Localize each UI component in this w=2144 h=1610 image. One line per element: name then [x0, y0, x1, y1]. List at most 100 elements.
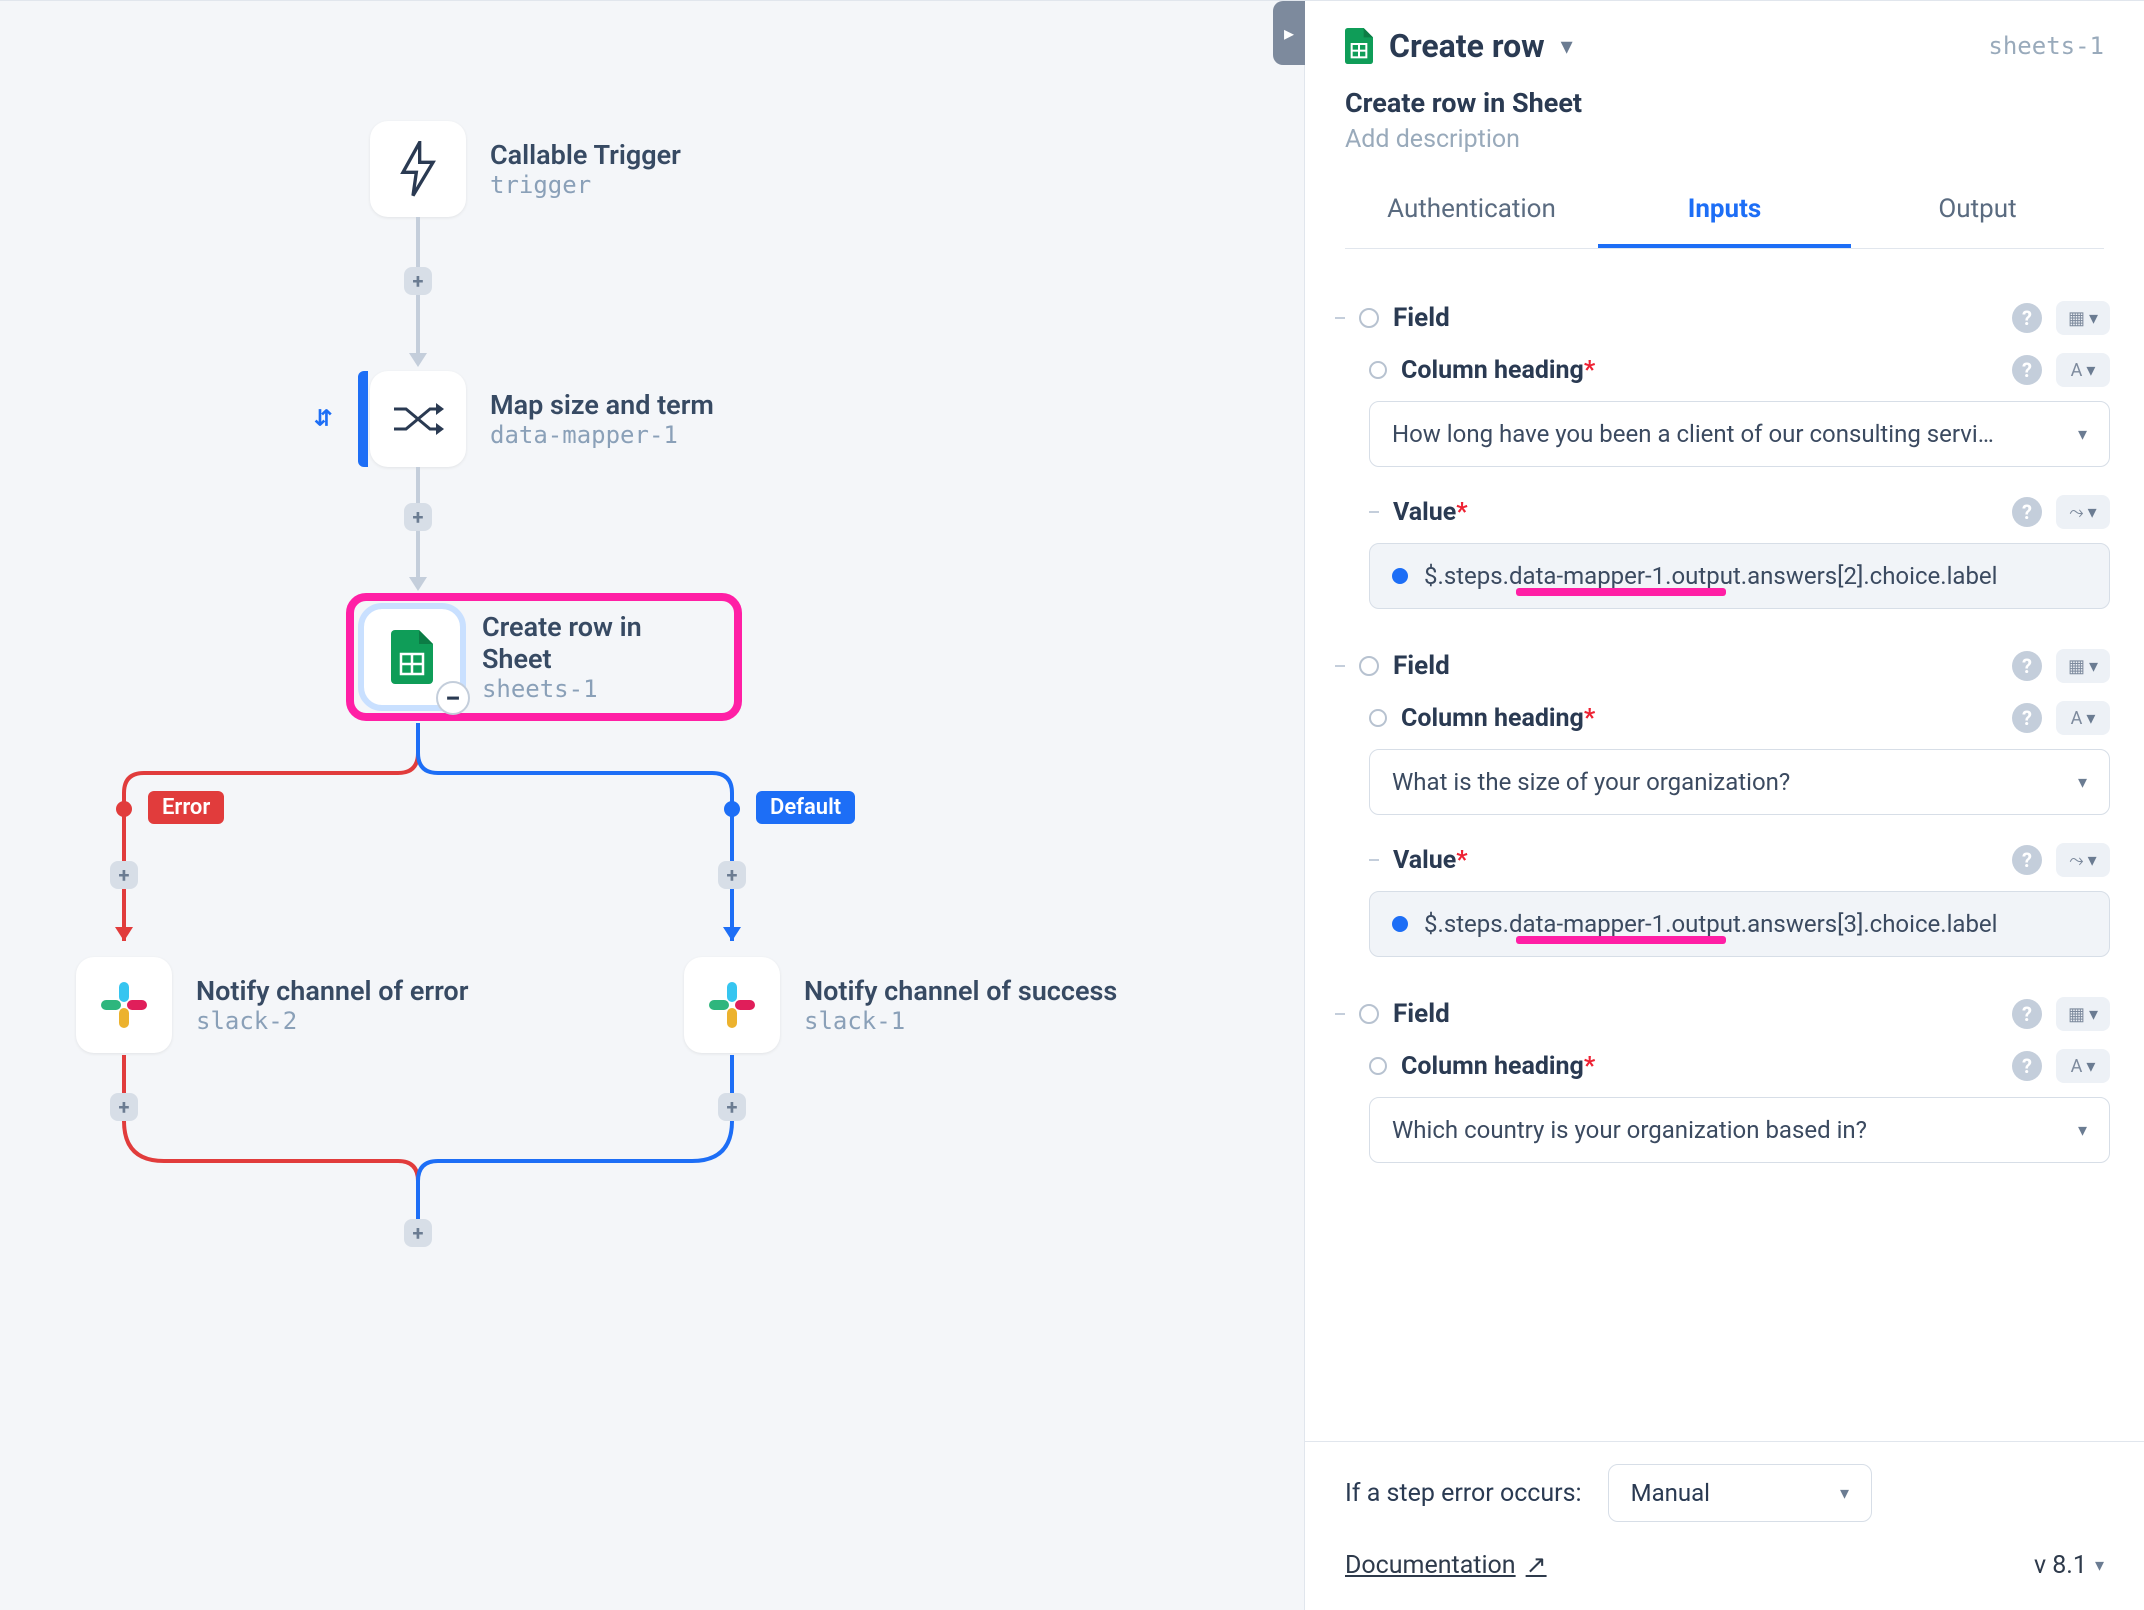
mode-toggle[interactable]: ▦ — [2056, 301, 2110, 335]
node-data-mapper[interactable]: ⇵ Map size and term data-mapper-1 — [370, 371, 714, 467]
column-heading-select[interactable]: How long have you been a client of our c… — [1369, 401, 2110, 467]
help-icon[interactable]: ? — [2012, 355, 2042, 385]
panel-node-id: sheets-1 — [1988, 32, 2104, 60]
field-group: Field ? ▦ — [1335, 649, 2110, 683]
field-group: Field ? ▦ — [1335, 997, 2110, 1031]
error-handling-select[interactable]: Manual — [1608, 1464, 1872, 1522]
node-data-mapper-box[interactable]: ⇵ — [370, 371, 466, 467]
sheets-icon — [391, 630, 433, 684]
slack-icon — [99, 980, 149, 1030]
panel-title[interactable]: Create row — [1389, 27, 1545, 65]
column-heading-label: Column heading* — [1401, 704, 1998, 733]
branch-badge-default: Default — [756, 791, 855, 824]
panel-subtitle: Create row in Sheet — [1345, 87, 2104, 119]
node-trigger[interactable]: Callable Trigger trigger — [370, 121, 681, 217]
chevron-down-icon — [1840, 1483, 1849, 1504]
node-sheets-box[interactable]: − — [364, 609, 460, 705]
panel-body[interactable]: Field ? ▦ Column heading* ? A How long h… — [1305, 259, 2144, 1441]
node-sheets-selected[interactable]: − Create row in Sheet sheets-1 — [346, 593, 742, 721]
slack-icon — [707, 980, 757, 1030]
version-selector[interactable]: v 8.1 — [2034, 1551, 2104, 1580]
highlight-marker — [1516, 936, 1726, 944]
expression-dot-icon — [1392, 568, 1408, 584]
field-group-label: Field — [1393, 651, 1998, 681]
value-expression-input[interactable]: $.steps.data-mapper-1.output.answers[3].… — [1369, 891, 2110, 957]
branch-dot-error — [116, 801, 132, 817]
mode-toggle[interactable]: ▦ — [2056, 649, 2110, 683]
value-label: Value* — [1393, 846, 1998, 875]
add-step-button[interactable]: + — [718, 861, 746, 889]
radio-icon[interactable] — [1359, 656, 1379, 676]
tree-connector-icon — [1335, 317, 1345, 319]
radio-icon[interactable] — [1359, 1004, 1379, 1024]
panel-description-input[interactable]: Add description — [1345, 125, 2104, 154]
node-trigger-box[interactable] — [370, 121, 466, 217]
chevron-down-icon — [2078, 424, 2087, 445]
chevron-down-icon[interactable] — [1561, 32, 1573, 60]
column-heading-select[interactable]: Which country is your organization based… — [1369, 1097, 2110, 1163]
select-value: What is the size of your organization? — [1392, 768, 1790, 796]
field-group-label: Field — [1393, 999, 1998, 1029]
tree-connector-icon — [1335, 1013, 1345, 1015]
branch-badge-error: Error — [148, 791, 224, 824]
add-step-button[interactable]: + — [110, 861, 138, 889]
mapper-accent — [358, 371, 368, 467]
mode-toggle[interactable]: ▦ — [2056, 997, 2110, 1031]
help-icon[interactable]: ? — [2012, 497, 2042, 527]
workflow-canvas[interactable]: Callable Trigger trigger + ⇵ — [0, 1, 1304, 1610]
node-slack-success-label: Notify channel of success slack-1 — [804, 975, 1117, 1035]
column-heading-label: Column heading* — [1401, 356, 1998, 385]
branch-dot-default — [724, 801, 740, 817]
collapse-panel-button[interactable] — [1273, 1, 1305, 65]
radio-icon[interactable] — [1359, 308, 1379, 328]
node-slack-error[interactable]: Notify channel of error slack-2 — [76, 957, 468, 1053]
mode-toggle[interactable]: ⤳ — [2056, 843, 2110, 877]
select-value: Which country is your organization based… — [1392, 1116, 1867, 1144]
help-icon[interactable]: ? — [2012, 703, 2042, 733]
node-slack-success-box[interactable] — [684, 957, 780, 1053]
add-step-button[interactable]: + — [404, 503, 432, 531]
collapse-node-button[interactable]: − — [436, 681, 470, 715]
node-slack-error-box[interactable] — [76, 957, 172, 1053]
mode-toggle[interactable]: ⤳ — [2056, 495, 2110, 529]
tab-output[interactable]: Output — [1851, 174, 2104, 248]
select-value: Manual — [1631, 1479, 1710, 1507]
column-heading-select[interactable]: What is the size of your organization? — [1369, 749, 2110, 815]
mode-toggle[interactable]: A — [2056, 701, 2110, 735]
side-panel: Create row sheets-1 Create row in Sheet … — [1304, 1, 2144, 1610]
chevron-down-icon — [2095, 1555, 2104, 1576]
documentation-link[interactable]: Documentation ↗ — [1345, 1550, 1547, 1580]
add-step-button[interactable]: + — [404, 267, 432, 295]
radio-icon[interactable] — [1369, 1057, 1387, 1075]
help-icon[interactable]: ? — [2012, 1051, 2042, 1081]
field-group-label: Field — [1393, 303, 1998, 333]
tab-inputs[interactable]: Inputs — [1598, 174, 1851, 248]
chevron-down-icon — [2078, 1120, 2087, 1141]
help-icon[interactable]: ? — [2012, 651, 2042, 681]
drag-handle-icon[interactable]: ⇵ — [314, 407, 332, 432]
arrow-icon — [409, 577, 427, 591]
tab-authentication[interactable]: Authentication — [1345, 174, 1598, 248]
tree-connector-icon — [1369, 511, 1379, 513]
panel-footer: If a step error occurs: Manual Documenta… — [1305, 1441, 2144, 1610]
mode-toggle[interactable]: A — [2056, 353, 2110, 387]
error-handling-label: If a step error occurs: — [1345, 1479, 1582, 1508]
add-step-button[interactable]: + — [110, 1093, 138, 1121]
chevron-right-icon — [1284, 21, 1294, 45]
add-step-button[interactable]: + — [404, 1219, 432, 1247]
help-icon[interactable]: ? — [2012, 999, 2042, 1029]
radio-icon[interactable] — [1369, 709, 1387, 727]
help-icon[interactable]: ? — [2012, 845, 2042, 875]
chevron-down-icon — [2078, 772, 2087, 793]
help-icon[interactable]: ? — [2012, 303, 2042, 333]
mode-toggle[interactable]: A — [2056, 1049, 2110, 1083]
shuffle-icon — [390, 399, 446, 439]
expression-dot-icon — [1392, 916, 1408, 932]
node-trigger-label: Callable Trigger trigger — [490, 139, 681, 199]
add-step-button[interactable]: + — [718, 1093, 746, 1121]
value-expression-input[interactable]: $.steps.data-mapper-1.output.answers[2].… — [1369, 543, 2110, 609]
panel-tabs: Authentication Inputs Output — [1345, 174, 2104, 249]
node-sheets-label: Create row in Sheet sheets-1 — [482, 611, 718, 703]
radio-icon[interactable] — [1369, 361, 1387, 379]
node-slack-success[interactable]: Notify channel of success slack-1 — [684, 957, 1117, 1053]
